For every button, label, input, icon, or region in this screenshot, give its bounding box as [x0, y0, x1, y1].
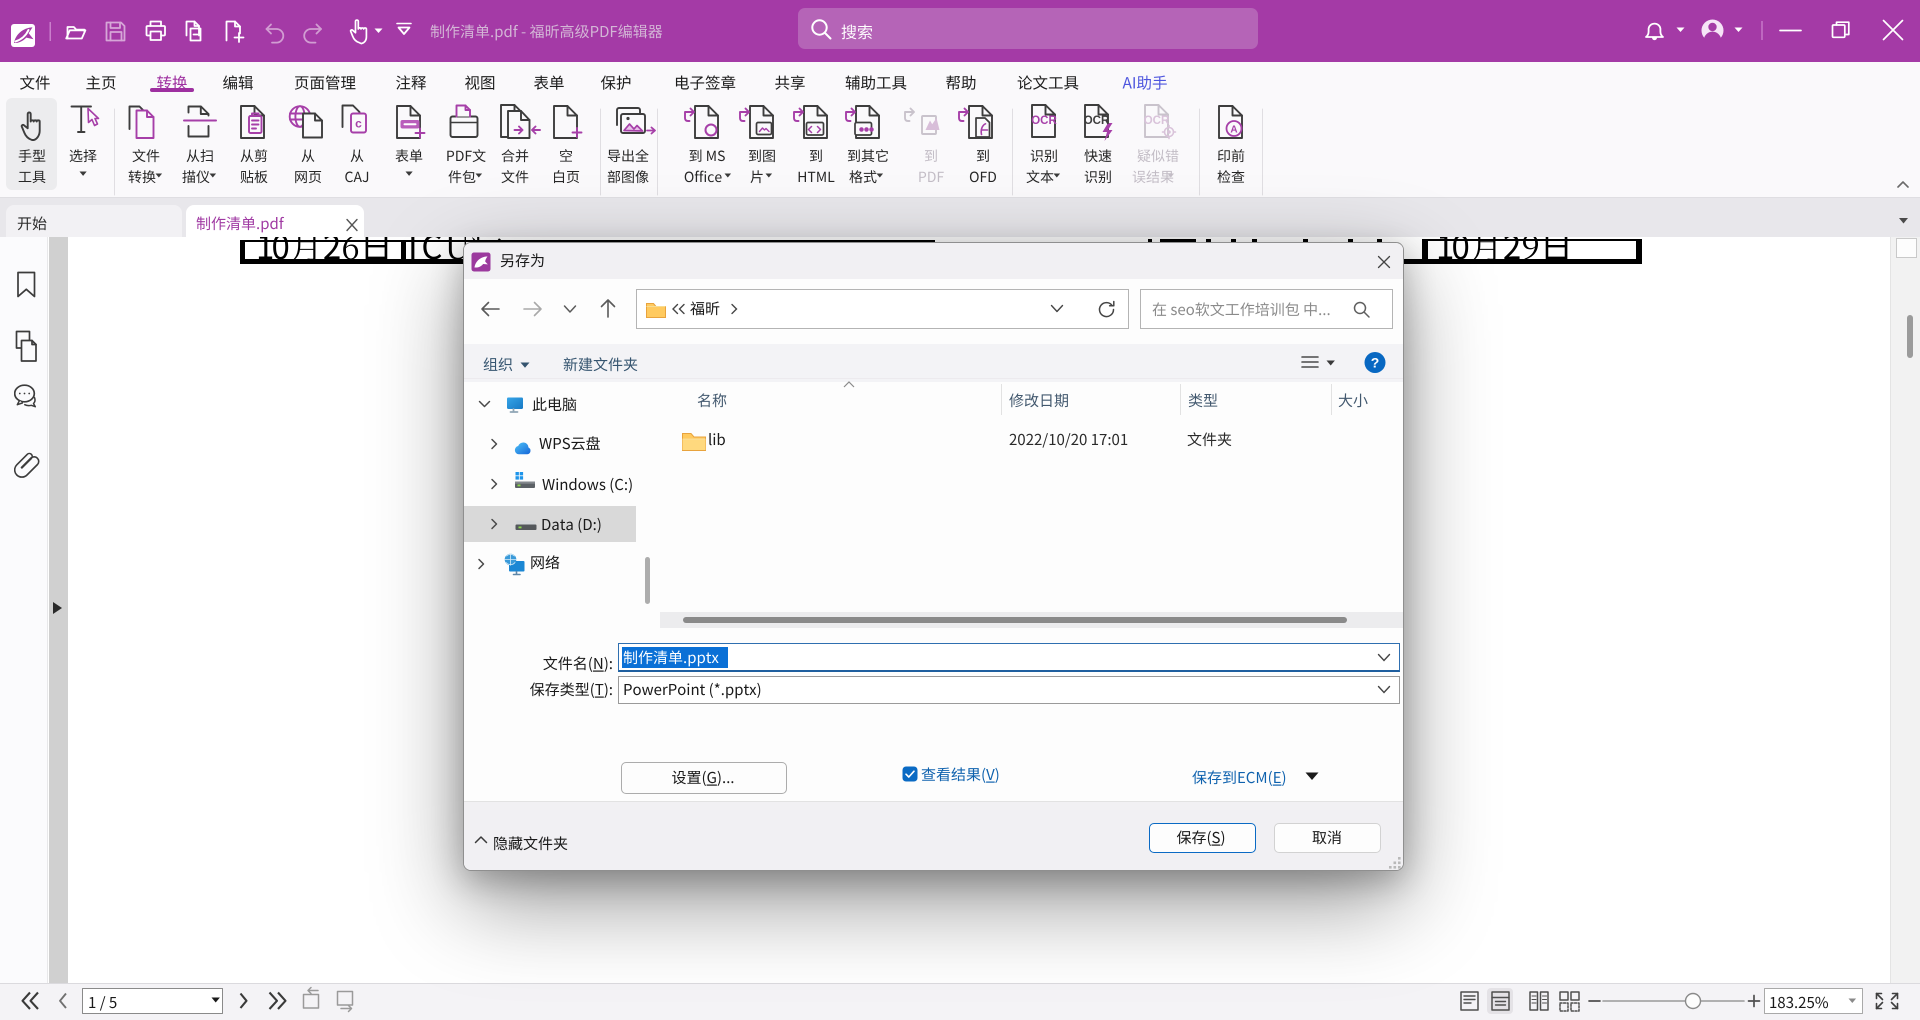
svg-text:?: ?	[1371, 355, 1380, 371]
svg-text:OCR: OCR	[1144, 115, 1170, 127]
svg-text:A: A	[1230, 125, 1237, 136]
svg-text:OCR: OCR	[1031, 115, 1057, 127]
svg-text:OCR: OCR	[1084, 115, 1110, 127]
svg-text:c: c	[355, 117, 362, 131]
